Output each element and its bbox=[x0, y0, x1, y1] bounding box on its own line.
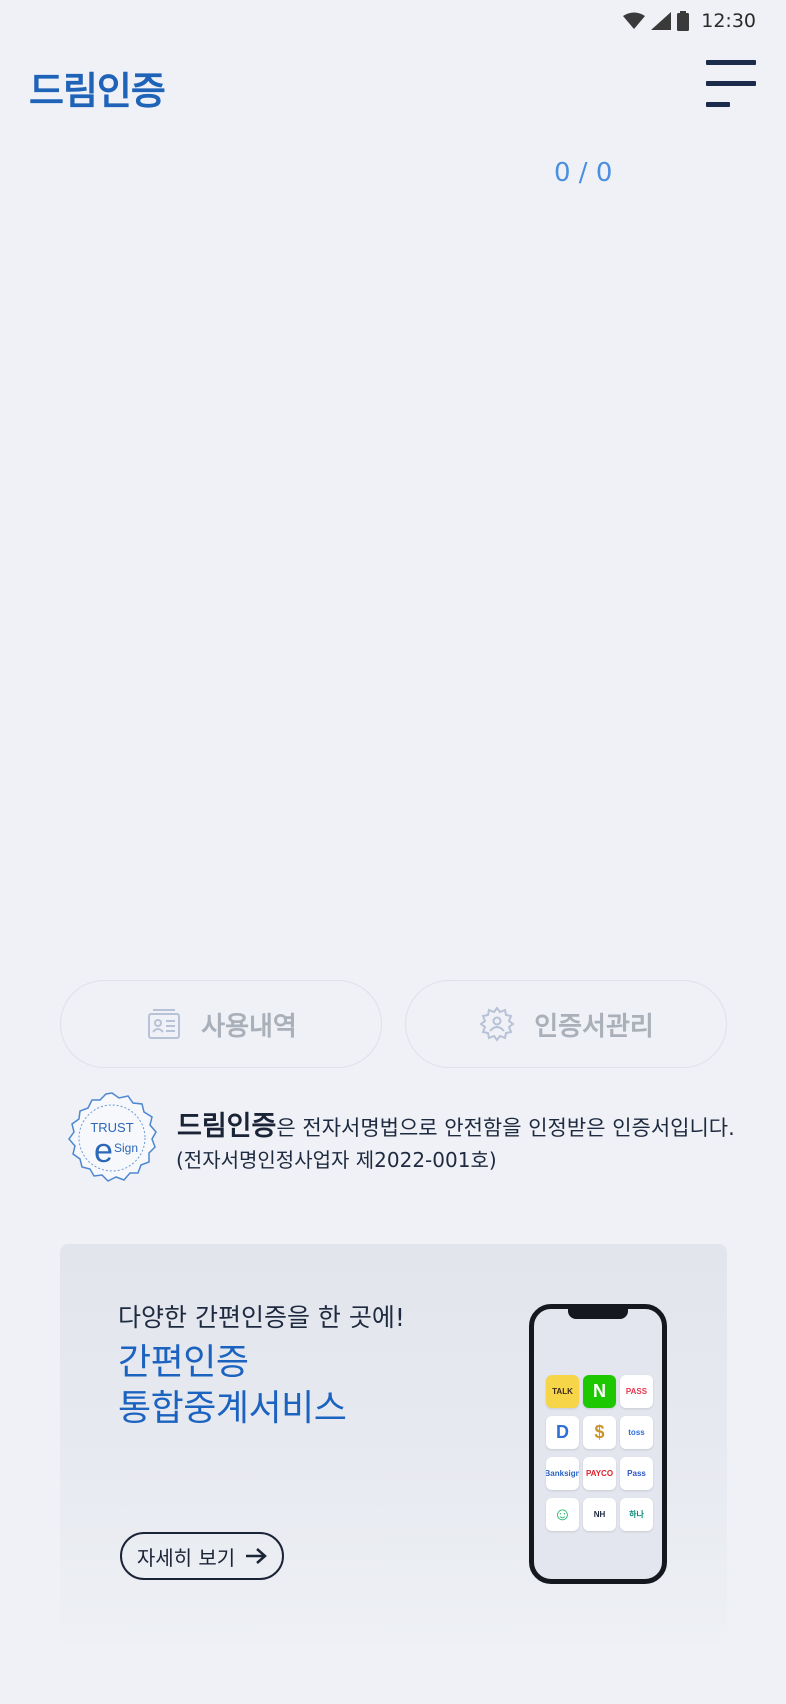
usage-history-icon bbox=[148, 1009, 181, 1039]
banksign-icon: Banksign bbox=[546, 1457, 579, 1490]
trust-statement-body: 은 전자서명법으로 안전함을 인정받은 인증서입니다. bbox=[276, 1116, 735, 1140]
smile-green-icon: ☺ bbox=[546, 1498, 579, 1531]
usage-history-label: 사용내역 bbox=[201, 1011, 297, 1042]
trust-statement-text: 드림인증은 전자서명법으로 안전함을 인정받은 인증서입니다. bbox=[177, 1104, 735, 1143]
phone-illustration: TALK N PASS D $ toss Banksign PAYCO Pass ☺ NH 하나 bbox=[529, 1304, 667, 1584]
kakao-talk-icon: TALK bbox=[546, 1375, 579, 1408]
license-number: (전자서명인정사업자 제2022-001호) bbox=[176, 1148, 497, 1172]
status-bar: 12:30 bbox=[0, 0, 786, 42]
battery-icon bbox=[677, 11, 690, 31]
wifi-icon bbox=[623, 12, 646, 29]
banner-title-line: 통합중계서비스 bbox=[118, 1388, 347, 1429]
auth-app-grid: TALK N PASS D $ toss Banksign PAYCO Pass ☺ NH 하나 bbox=[546, 1375, 653, 1531]
phone-notch bbox=[568, 1308, 628, 1319]
menu-line bbox=[706, 60, 756, 65]
view-details-button[interactable]: 자세히 보기 bbox=[120, 1532, 284, 1580]
hamburger-menu-icon[interactable] bbox=[706, 60, 756, 108]
certificate-management-button[interactable]: 인증서관리 bbox=[405, 980, 727, 1068]
usage-history-button[interactable]: 사용내역 bbox=[60, 980, 382, 1068]
banner-title-line: 간편인증 bbox=[118, 1342, 249, 1383]
menu-line bbox=[706, 102, 730, 107]
pass-red-icon: PASS bbox=[620, 1375, 653, 1408]
nh-bank-icon: NH bbox=[583, 1498, 616, 1531]
view-details-label: 자세히 보기 bbox=[136, 1545, 236, 1570]
page-counter: 0 / 0 bbox=[554, 158, 613, 188]
banner-tagline: 다양한 간편인증을 한 곳에! bbox=[118, 1303, 405, 1332]
trust-brand: 드림인증 bbox=[177, 1111, 277, 1142]
cellular-signal-icon bbox=[651, 12, 672, 30]
toss-icon: toss bbox=[620, 1416, 653, 1449]
seal-bottom-text: Sign bbox=[114, 1141, 138, 1155]
certificate-settings-gear-icon bbox=[479, 1006, 515, 1042]
hana-bank-icon: 하나 bbox=[620, 1498, 653, 1531]
seal-e-glyph: e bbox=[94, 1132, 113, 1170]
simple-auth-banner[interactable]: 다양한 간편인증을 한 곳에! 간편인증 통합중계서비스 자세히 보기 TALK… bbox=[60, 1244, 727, 1644]
app-title: 드림인증 bbox=[29, 69, 166, 113]
shield-d-icon: D bbox=[546, 1416, 579, 1449]
trust-statement: TRUST e Sign 드림인증은 전자서명법으로 안전함을 인정받은 인증서… bbox=[64, 1090, 744, 1190]
naver-icon: N bbox=[583, 1375, 616, 1408]
arrow-right-icon bbox=[246, 1548, 268, 1564]
trust-esign-seal-icon: TRUST e Sign bbox=[68, 1092, 157, 1182]
menu-line bbox=[706, 81, 756, 86]
payco-lock-icon: $ bbox=[583, 1416, 616, 1449]
certificate-management-label: 인증서관리 bbox=[534, 1011, 654, 1042]
app-header: 드림인증 bbox=[0, 50, 786, 120]
payco-icon: PAYCO bbox=[583, 1457, 616, 1490]
status-time: 12:30 bbox=[701, 10, 756, 32]
pass-blue-icon: Pass bbox=[620, 1457, 653, 1490]
banner-title: 간편인증 통합중계서비스 bbox=[118, 1340, 347, 1432]
